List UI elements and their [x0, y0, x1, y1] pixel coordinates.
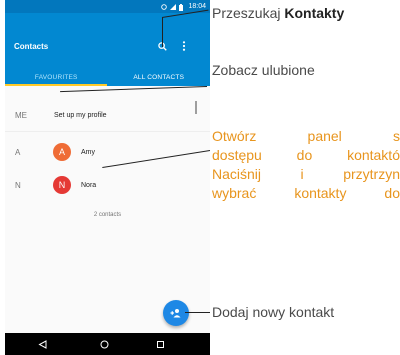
callout-search: Przeszukaj Kontakty — [212, 4, 344, 23]
callout-line-add-contact — [185, 312, 210, 313]
section-letter-n: N — [15, 180, 21, 190]
alarm-icon — [161, 3, 168, 10]
callout-add-contact: Dodaj nowy kontakt — [212, 304, 335, 320]
more-vert-icon[interactable] — [178, 40, 190, 52]
add-contact-icon — [170, 309, 181, 318]
callout-open-panel-line1: Otwórz panel s — [212, 128, 400, 144]
callout-search-bold: Kontakty — [284, 5, 345, 21]
tab-all-contacts[interactable]: ALL CONTACTS — [108, 68, 211, 86]
status-time: 18:04 — [188, 3, 206, 10]
contact-name: Amy — [81, 148, 95, 156]
app-bar: Contacts FAVOURITES ALL CONTACTS — [5, 13, 210, 86]
callout-open-panel-line4: wybrać kontakty do — [212, 185, 400, 201]
callout-line-search — [162, 17, 163, 47]
contact-row-amy[interactable]: A A Amy — [5, 140, 210, 164]
status-bar: 18:04 — [5, 0, 210, 13]
contact-name: Nora — [81, 181, 97, 189]
section-letter-me: ME — [15, 110, 27, 120]
callout-favourites: Zobacz ulubione — [212, 62, 315, 78]
signal-icon — [170, 3, 177, 10]
profile-row[interactable]: ME Set up my profile — [5, 103, 210, 127]
section-letter-a: A — [15, 147, 21, 157]
callout-open-panel: Otwórz panel s dostępu do kontaktó Naciś… — [212, 127, 400, 203]
back-icon[interactable] — [36, 338, 48, 350]
tab-indicator — [5, 84, 107, 86]
avatar: A — [53, 143, 71, 161]
navigation-bar — [5, 333, 210, 355]
phone-screen: 18:04 Contacts FAVOURITES ALL CONTACTS M… — [5, 0, 210, 355]
contact-row-nora[interactable]: N N Nora — [5, 173, 210, 197]
contact-count: 2 contacts — [93, 212, 122, 218]
divider — [5, 131, 210, 132]
avatar: N — [53, 176, 71, 194]
app-title: Contacts — [14, 42, 49, 51]
callout-open-panel-line3: Naciśnij i przytrzyn — [212, 166, 400, 182]
recents-icon[interactable] — [154, 338, 166, 350]
callout-search-prefix: Przeszukaj — [212, 5, 285, 21]
add-contact-button[interactable] — [163, 300, 189, 326]
scrollbar[interactable] — [195, 101, 197, 114]
callout-open-panel-line2: dostępu do kontaktó — [212, 147, 400, 163]
profile-label: Set up my profile — [54, 111, 107, 119]
home-icon[interactable] — [98, 338, 110, 350]
battery-icon — [179, 3, 185, 11]
